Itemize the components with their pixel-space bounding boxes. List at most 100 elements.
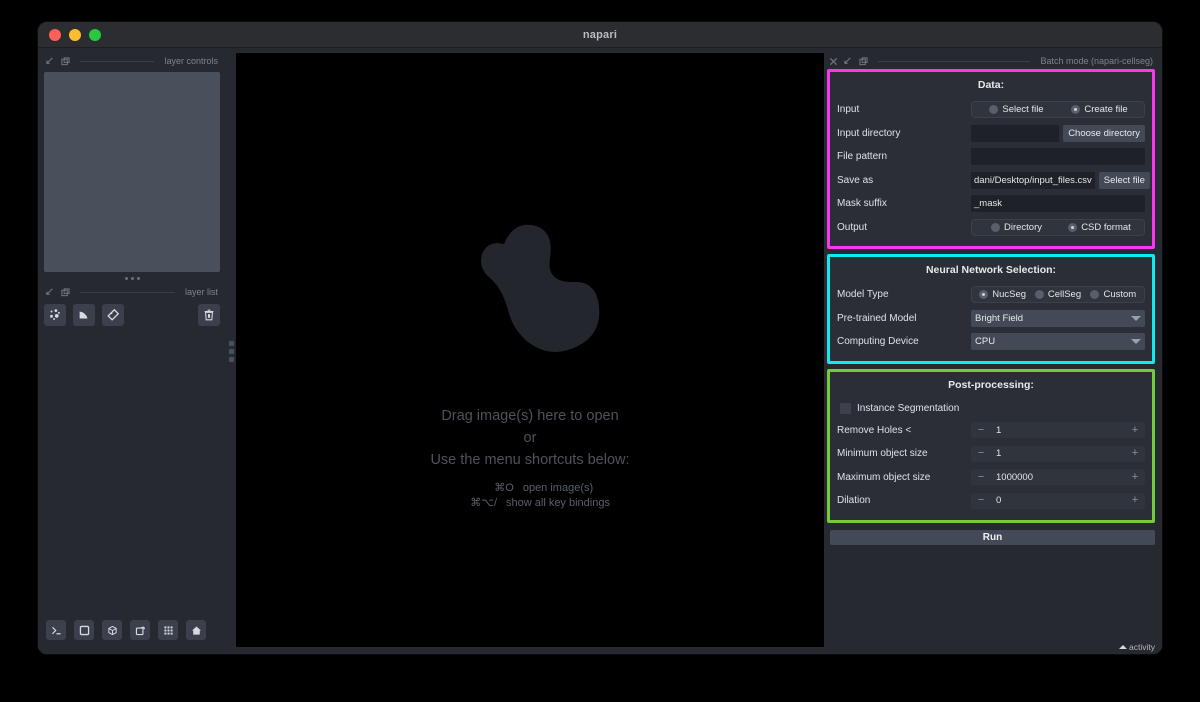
dilation-value[interactable]: 0 (986, 495, 1130, 506)
decrement-icon[interactable]: − (976, 472, 986, 483)
decrement-icon[interactable]: − (976, 495, 986, 506)
shortcut-row: ⌘O open image(s) (467, 481, 593, 494)
increment-icon[interactable]: + (1130, 448, 1140, 459)
file-pattern-label: File pattern (837, 151, 971, 162)
delete-layer-button[interactable] (198, 304, 220, 326)
shortcut-desc: show all key bindings (506, 497, 610, 509)
minimum-object-size-value[interactable]: 1 (986, 448, 1130, 459)
close-icon[interactable] (829, 57, 838, 66)
model-type-control: NucSeg CellSeg Custom (971, 286, 1145, 303)
neural-network-group: Neural Network Selection: Model Type Nuc… (827, 254, 1155, 364)
radio-label: Custom (1103, 289, 1136, 300)
model-type-radio-group: NucSeg CellSeg Custom (971, 286, 1145, 303)
float-icon[interactable] (844, 57, 853, 66)
output-control: Directory CSD format (971, 219, 1145, 236)
computing-device-select[interactable]: CPU (971, 333, 1145, 350)
layer-controls-panel[interactable] (44, 72, 220, 272)
pretrained-model-select[interactable]: Bright Field (971, 310, 1145, 327)
radio-select-file[interactable]: Select file (975, 104, 1058, 115)
select-file-button[interactable]: Select file (1099, 172, 1150, 189)
minimum-object-size-control: − 1 + (971, 446, 1145, 462)
radio-csd-format[interactable]: CSD format (1058, 222, 1141, 233)
layer-controls-title: layer controls (164, 56, 218, 66)
ndisplay-3d-button[interactable] (102, 620, 122, 640)
input-directory-field[interactable] (971, 125, 1059, 142)
chevron-down-icon (1131, 316, 1141, 321)
new-points-layer-button[interactable] (44, 304, 66, 326)
input-directory-row: Input directory Choose directory (837, 122, 1145, 146)
drop-line-2: or (236, 427, 824, 449)
radio-custom[interactable]: Custom (1086, 289, 1141, 300)
undock-icon[interactable] (61, 288, 70, 297)
increment-icon[interactable]: + (1130, 472, 1140, 483)
shortcut-key: ⌘⌥/ (450, 496, 506, 509)
remove-holes-spinner[interactable]: − 1 + (971, 422, 1145, 438)
undock-icon[interactable] (859, 57, 868, 66)
radio-nucseg[interactable]: NucSeg (975, 289, 1030, 300)
file-pattern-field[interactable] (971, 148, 1145, 165)
save-as-label: Save as (837, 175, 971, 186)
grid-view-button[interactable] (158, 620, 178, 640)
minimum-object-size-spinner[interactable]: − 1 + (971, 446, 1145, 462)
decrement-icon[interactable]: − (976, 425, 986, 436)
radio-cellseg[interactable]: CellSeg (1030, 289, 1085, 300)
layer-list-toolbar (44, 304, 220, 326)
panel-resize-handle[interactable] (44, 272, 220, 284)
increment-icon[interactable]: + (1130, 425, 1140, 436)
instance-segmentation-row[interactable]: Instance Segmentation (837, 398, 1145, 419)
dilation-spinner[interactable]: − 0 + (971, 493, 1145, 509)
console-button[interactable] (46, 620, 66, 640)
float-icon[interactable] (46, 57, 55, 66)
chevron-down-icon (1131, 339, 1141, 344)
left-dock-splitter[interactable] (226, 48, 236, 654)
instance-segmentation-checkbox[interactable] (840, 403, 851, 414)
radio-label: Directory (1004, 222, 1042, 233)
radio-label: Select file (1002, 104, 1043, 115)
layer-list[interactable] (44, 326, 220, 620)
new-shapes-layer-button[interactable] (73, 304, 95, 326)
float-icon[interactable] (46, 288, 55, 297)
radio-dot-icon (1090, 290, 1099, 299)
save-as-row: Save as dani/Desktop/input_files.csv Sel… (837, 169, 1145, 193)
mask-suffix-control: _mask (971, 195, 1145, 212)
activity-label: activity (1129, 642, 1155, 652)
reset-view-home-button[interactable] (186, 620, 206, 640)
save-as-field[interactable]: dani/Desktop/input_files.csv (971, 172, 1095, 189)
model-type-row: Model Type NucSeg CellSeg (837, 283, 1145, 307)
minimum-object-size-label: Minimum object size (837, 448, 971, 459)
activity-toggle[interactable]: activity (1119, 642, 1155, 652)
remove-holes-value[interactable]: 1 (986, 425, 1130, 436)
mask-suffix-field[interactable]: _mask (971, 195, 1145, 212)
computing-device-row: Computing Device CPU (837, 330, 1145, 354)
radio-directory[interactable]: Directory (975, 222, 1058, 233)
radio-dot-icon (1071, 105, 1080, 114)
maximum-object-size-value[interactable]: 1000000 (986, 472, 1130, 483)
plugin-dock-titlebar: Batch mode (napari-cellseg) (827, 53, 1155, 69)
radio-dot-icon (991, 223, 1000, 232)
run-button[interactable]: Run (830, 530, 1155, 545)
neural-network-group-title: Neural Network Selection: (837, 262, 1145, 283)
roll-dims-button[interactable] (130, 620, 150, 640)
decrement-icon[interactable]: − (976, 448, 986, 459)
radio-create-file[interactable]: Create file (1058, 104, 1141, 115)
radio-dot-icon (1068, 223, 1077, 232)
input-label: Input (837, 104, 971, 115)
radio-label: NucSeg (992, 289, 1026, 300)
new-labels-layer-button[interactable] (102, 304, 124, 326)
dilation-row: Dilation − 0 + (837, 489, 1145, 513)
maximum-object-size-spinner[interactable]: − 1000000 + (971, 469, 1145, 485)
viewer-canvas[interactable]: Drag image(s) here to open or Use the me… (236, 53, 824, 647)
radio-label: CellSeg (1048, 289, 1081, 300)
titlebar-rule (878, 61, 1030, 62)
undock-icon[interactable] (61, 57, 70, 66)
titlebar-rule (80, 292, 175, 293)
choose-directory-button[interactable]: Choose directory (1063, 125, 1145, 142)
computing-device-control: CPU (971, 333, 1145, 350)
increment-icon[interactable]: + (1130, 495, 1140, 506)
file-pattern-control (971, 148, 1145, 165)
drop-line-3: Use the menu shortcuts below: (236, 449, 824, 471)
ndisplay-2d-button[interactable] (74, 620, 94, 640)
model-type-label: Model Type (837, 289, 971, 300)
window-title: napari (38, 22, 1162, 48)
drop-line-1: Drag image(s) here to open (236, 405, 824, 427)
